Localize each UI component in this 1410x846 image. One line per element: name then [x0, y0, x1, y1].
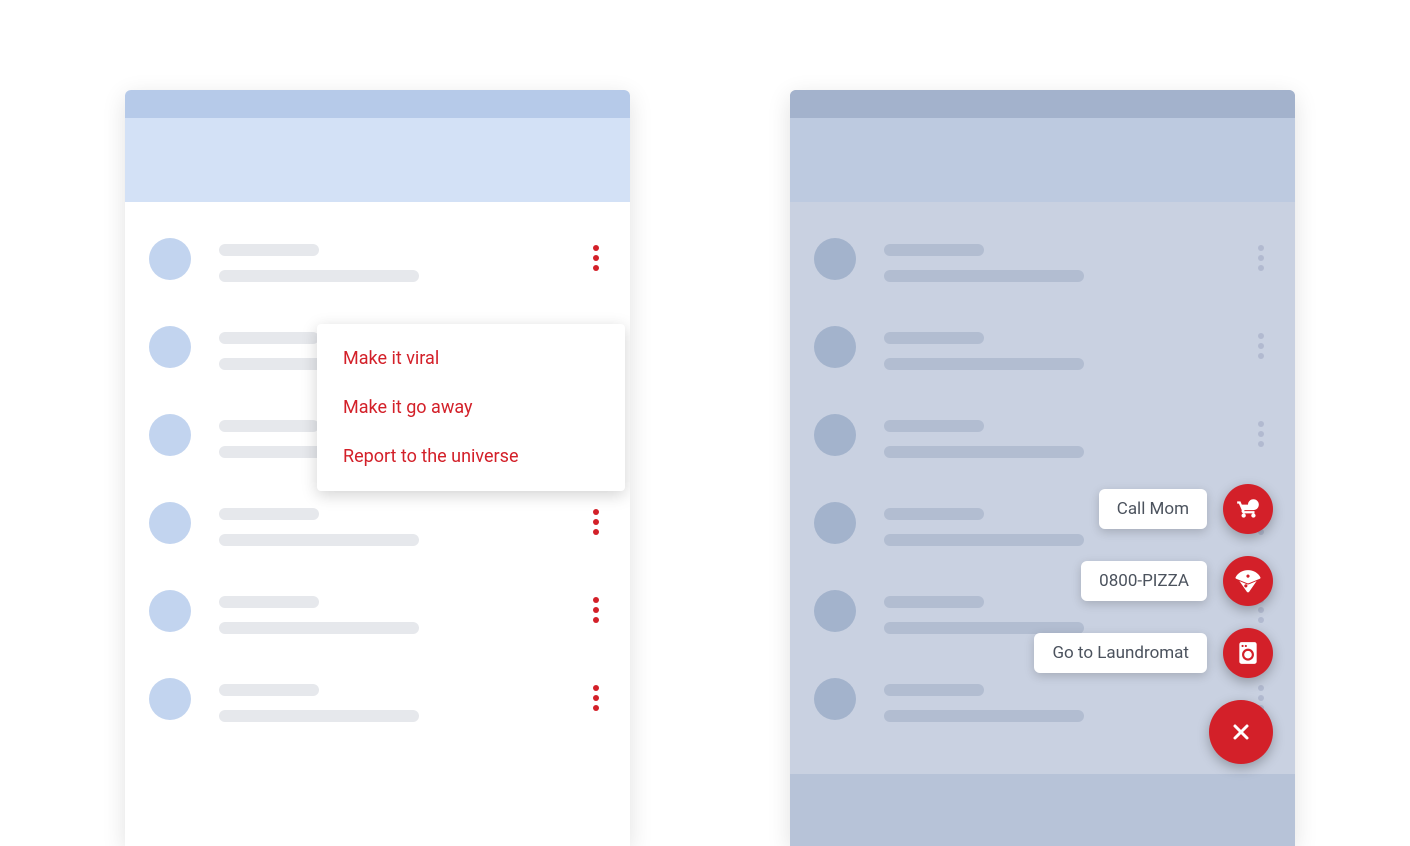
overflow-menu-popover: Make it viral Make it go away Report to … [317, 324, 625, 491]
skeleton-line [219, 534, 419, 546]
avatar [149, 678, 191, 720]
skeleton-line [884, 270, 1084, 282]
close-icon [1229, 720, 1253, 744]
fab-action-button-pizza[interactable] [1223, 556, 1273, 606]
text-block [219, 678, 606, 722]
overflow-menu-button[interactable] [1251, 238, 1271, 278]
list-content-scrim: Call Mom 0800-PIZZA [790, 202, 1295, 774]
device-right: Call Mom 0800-PIZZA [790, 90, 1295, 846]
fab-action-label: 0800-PIZZA [1081, 561, 1207, 601]
text-block [884, 238, 1271, 282]
avatar [814, 502, 856, 544]
status-bar [790, 90, 1295, 118]
menu-item-make-viral[interactable]: Make it viral [317, 334, 625, 383]
fab-action-label: Call Mom [1099, 489, 1207, 529]
list-item[interactable] [149, 224, 606, 312]
menu-item-go-away[interactable]: Make it go away [317, 383, 625, 432]
list-item[interactable] [149, 664, 606, 752]
avatar [149, 326, 191, 368]
list-item[interactable] [814, 400, 1271, 488]
overflow-menu-button[interactable] [1251, 326, 1271, 366]
text-block [219, 590, 606, 634]
skeleton-line [219, 622, 419, 634]
avatar [814, 678, 856, 720]
skeleton-line [884, 420, 984, 432]
fab-close-button[interactable] [1209, 700, 1273, 764]
skeleton-line [884, 446, 1084, 458]
skeleton-line [884, 244, 984, 256]
fab-action-button-laundromat[interactable] [1223, 628, 1273, 678]
device-left: Make it viral Make it go away Report to … [125, 90, 630, 846]
avatar [814, 414, 856, 456]
washer-icon [1235, 640, 1261, 666]
list-item[interactable] [814, 224, 1271, 312]
pizza-icon [1235, 568, 1261, 594]
skeleton-line [219, 596, 319, 608]
overflow-menu-button[interactable] [1251, 414, 1271, 454]
menu-item-report[interactable]: Report to the universe [317, 432, 625, 481]
list-item[interactable] [814, 312, 1271, 400]
skeleton-line [219, 684, 319, 696]
skeleton-line [219, 270, 419, 282]
status-bar [125, 90, 630, 118]
skeleton-line [884, 684, 984, 696]
text-block [219, 502, 606, 546]
avatar [149, 414, 191, 456]
app-bar [790, 118, 1295, 202]
fab-action: Go to Laundromat [1034, 628, 1273, 678]
skeleton-line [884, 332, 984, 344]
skeleton-line [219, 710, 419, 722]
list-item[interactable] [149, 488, 606, 576]
app-bar [125, 118, 630, 202]
list-item[interactable] [149, 576, 606, 664]
avatar [814, 238, 856, 280]
skeleton-line [884, 596, 984, 608]
text-block [219, 238, 606, 282]
avatar [149, 502, 191, 544]
skeleton-line [884, 508, 984, 520]
text-block [884, 414, 1271, 458]
fab-action-button-call-mom[interactable] [1223, 484, 1273, 534]
skeleton-line [219, 508, 319, 520]
fab-speed-dial: Call Mom 0800-PIZZA [1034, 484, 1273, 764]
fab-main-wrapper [1209, 700, 1273, 764]
avatar [814, 326, 856, 368]
overflow-menu-button[interactable] [586, 238, 606, 278]
list-content: Make it viral Make it go away Report to … [125, 202, 630, 774]
overflow-menu-button[interactable] [586, 502, 606, 542]
overflow-menu-button[interactable] [586, 678, 606, 718]
stroller-icon [1235, 496, 1261, 522]
avatar [149, 238, 191, 280]
fab-action-label: Go to Laundromat [1034, 633, 1207, 673]
text-block [884, 326, 1271, 370]
overflow-menu-button[interactable] [586, 590, 606, 630]
avatar [814, 590, 856, 632]
skeleton-line [219, 332, 319, 344]
skeleton-line [884, 358, 1084, 370]
skeleton-line [219, 244, 319, 256]
fab-action: Call Mom [1099, 484, 1273, 534]
avatar [149, 590, 191, 632]
fab-action: 0800-PIZZA [1081, 556, 1273, 606]
skeleton-line [219, 420, 319, 432]
